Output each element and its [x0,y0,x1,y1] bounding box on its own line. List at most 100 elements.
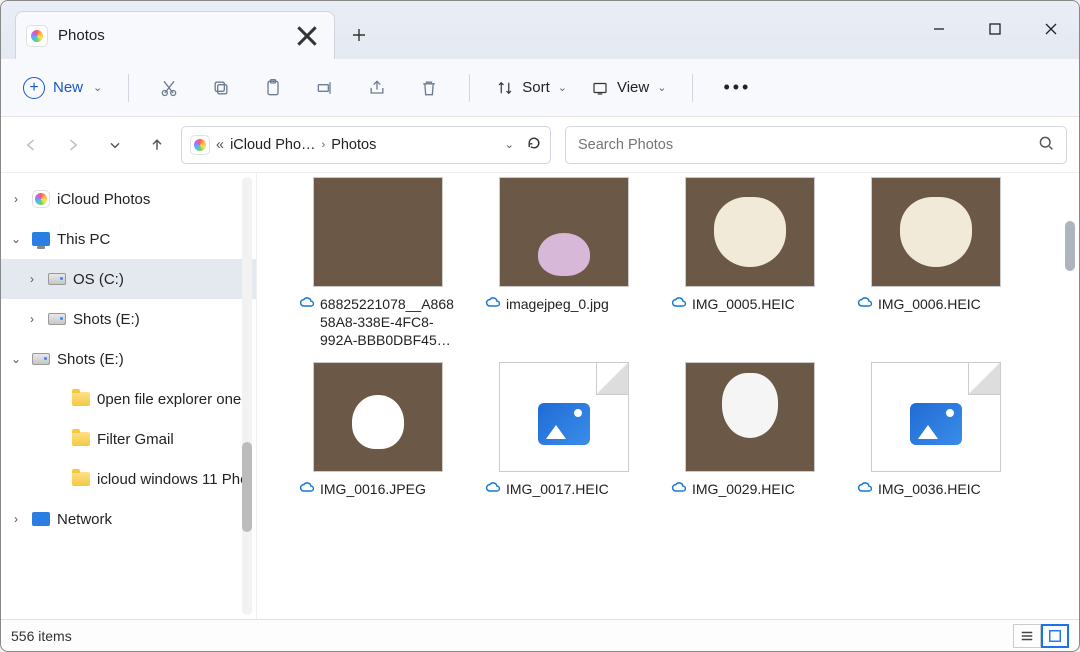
expander-icon[interactable]: ⌄ [7,232,25,246]
sidebar-item-5[interactable]: 0pen file explorer oned [1,379,256,419]
expander-icon[interactable]: › [23,312,41,326]
more-button[interactable]: ••• [709,77,765,98]
sidebar-item-2[interactable]: › OS (C:) [1,259,256,299]
content-scrollbar[interactable] [1061,179,1075,613]
cloud-icon [484,295,502,313]
new-label: New [53,79,83,96]
file-item[interactable]: 68825221078__A86858A8-338E-4FC8-992A-BBB… [285,177,471,350]
search-input[interactable] [578,137,1038,153]
back-button[interactable] [13,127,49,163]
file-name: IMG_0006.HEIC [878,295,981,313]
breadcrumb-overflow: « [216,137,224,153]
file-thumbnail [871,177,1001,287]
photos-app-icon [190,135,210,155]
tab-close-button[interactable] [294,23,320,49]
file-name: IMG_0017.HEIC [506,480,609,498]
copy-button[interactable] [197,68,245,108]
file-item[interactable]: IMG_0006.HEIC [843,177,1029,350]
sidebar-item-8[interactable]: ›Network [1,499,256,539]
sidebar-item-label: This PC [57,231,110,248]
chevron-down-icon: ⌄ [657,81,666,94]
expander-icon[interactable]: › [7,192,25,206]
photos-app-icon [26,25,48,47]
paste-button[interactable] [249,68,297,108]
cloud-icon [670,480,688,498]
scrollbar-thumb[interactable] [242,442,252,532]
sidebar-item-label: 0pen file explorer oned [97,391,250,408]
cloud-icon [298,480,316,498]
maximize-button[interactable] [967,5,1023,53]
breadcrumb-seg1[interactable]: iCloud Pho… [230,137,315,153]
file-item[interactable]: IMG_0029.HEIC [657,362,843,498]
sidebar-item-4[interactable]: ⌄ Shots (E:) [1,339,256,379]
folder-icon [71,429,91,449]
share-button[interactable] [353,68,401,108]
sidebar-item-1[interactable]: ⌄ This PC [1,219,256,259]
search-box[interactable] [565,126,1067,164]
sidebar-item-0[interactable]: ›iCloud Photos [1,179,256,219]
minimize-button[interactable] [911,5,967,53]
sidebar-scrollbar[interactable] [238,177,256,615]
close-button[interactable] [1023,5,1079,53]
details-view-button[interactable] [1013,624,1041,648]
expander-icon[interactable]: ⌄ [7,352,25,366]
sidebar-item-label: Shots (E:) [73,311,140,328]
file-item[interactable]: IMG_0036.HEIC [843,362,1029,498]
sort-label: Sort [522,79,550,96]
file-thumbnail [685,177,815,287]
forward-button[interactable] [55,127,91,163]
drive-icon [47,309,67,329]
search-icon [1038,135,1054,155]
recent-button[interactable] [97,127,133,163]
icons-view-button[interactable] [1041,624,1069,648]
breadcrumb-seg2[interactable]: Photos [331,137,376,153]
file-thumbnail [685,362,815,472]
tab-photos[interactable]: Photos [15,11,335,59]
sidebar: ›iCloud Photos ⌄ This PC › OS (C:) › Shots (E:… [1,173,257,619]
up-button[interactable] [139,127,175,163]
sidebar-item-label: OS (C:) [73,271,124,288]
refresh-button[interactable] [526,135,542,155]
body: ›iCloud Photos ⌄ This PC › OS (C:) › Shots (E:… [1,173,1079,619]
new-tab-button[interactable] [335,11,383,59]
file-name: IMG_0036.HEIC [878,480,981,498]
view-button[interactable]: View ⌄ [581,75,676,101]
view-label: View [617,79,649,96]
file-name: imagejpeg_0.jpg [506,295,609,313]
expander-icon[interactable]: › [7,512,25,526]
expander-icon[interactable]: › [23,272,41,286]
file-item[interactable]: IMG_0005.HEIC [657,177,843,350]
cloud-icon [484,480,502,498]
statusbar: 556 items [1,619,1079,651]
navbar: « iCloud Pho… › Photos ⌄ [1,117,1079,173]
file-thumbnail [499,177,629,287]
delete-button[interactable] [405,68,453,108]
sort-button[interactable]: Sort ⌄ [486,75,577,101]
address-bar[interactable]: « iCloud Pho… › Photos ⌄ [181,126,551,164]
drive-icon [31,349,51,369]
sidebar-item-3[interactable]: › Shots (E:) [1,299,256,339]
file-item[interactable]: imagejpeg_0.jpg [471,177,657,350]
plus-circle-icon: + [23,77,45,99]
file-thumbnail [313,177,443,287]
scrollbar-thumb[interactable] [1065,221,1075,271]
rename-button[interactable] [301,68,349,108]
new-button[interactable]: + New ⌄ [13,73,112,103]
file-item[interactable]: IMG_0017.HEIC [471,362,657,498]
cut-button[interactable] [145,68,193,108]
sidebar-item-label: Shots (E:) [57,351,124,368]
view-toggle [1013,624,1069,648]
chevron-right-icon: › [322,139,326,151]
sidebar-item-6[interactable]: Filter Gmail [1,419,256,459]
address-dropdown[interactable]: ⌄ [499,138,520,151]
cloud-icon [670,295,688,313]
file-name: 68825221078__A86858A8-338E-4FC8-992A-BBB… [320,295,458,350]
cloud-icon [298,295,316,350]
file-item[interactable]: IMG_0016.JPEG [285,362,471,498]
chevron-down-icon: ⌄ [558,81,567,94]
sidebar-item-7[interactable]: icloud windows 11 Pho [1,459,256,499]
file-name: IMG_0016.JPEG [320,480,426,498]
titlebar: Photos [1,1,1079,59]
content-area: 68825221078__A86858A8-338E-4FC8-992A-BBB… [257,173,1079,619]
cloud-icon [856,480,874,498]
